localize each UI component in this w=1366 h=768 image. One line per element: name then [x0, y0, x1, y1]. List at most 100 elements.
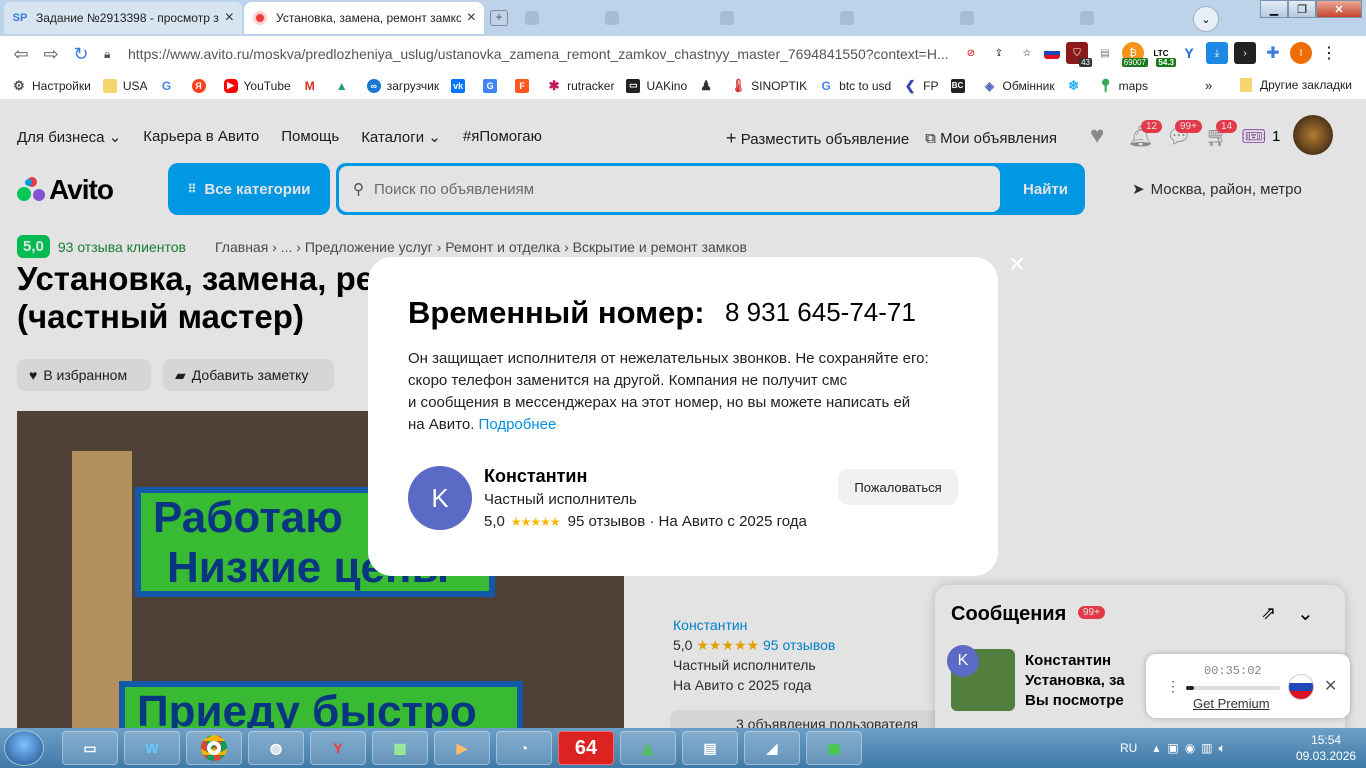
bookmark-figure[interactable]: ♟	[699, 78, 719, 93]
bookmark-usa[interactable]: USA	[102, 78, 148, 93]
yandex-icon: Я	[191, 78, 206, 93]
tab-title: Установка, замена, ремонт замко	[276, 11, 461, 25]
language-indicator[interactable]: RU	[1120, 741, 1137, 755]
maximize-icon[interactable]: ❐	[1288, 0, 1316, 18]
forward-icon[interactable]: ⇨	[38, 41, 64, 67]
address-bar[interactable]: 🔒︎ https://www.avito.ru/moskva/predlozhe…	[104, 40, 956, 68]
64-app-icon[interactable]: 64	[558, 731, 614, 765]
seller-name[interactable]: Константин	[484, 466, 587, 487]
tab-close-icon[interactable]: ×	[467, 9, 476, 27]
translate-icon[interactable]: ⊘	[960, 42, 982, 64]
background-tab[interactable]	[1080, 8, 1170, 28]
seller-role: Частный исполнитель	[484, 491, 637, 508]
background-tab[interactable]	[525, 8, 615, 28]
tray-app-icon[interactable]: ◉	[1185, 741, 1195, 755]
new-tab-icon[interactable]: +	[490, 10, 508, 26]
terminal-ext-icon[interactable]: ›	[1234, 42, 1256, 64]
star-icon[interactable]: ☆	[1016, 42, 1038, 64]
close-icon[interactable]: ✕	[1324, 676, 1337, 696]
bookmark-vk[interactable]: vk	[451, 78, 471, 93]
extensions-area: ⊘ ⇪ ☆ ⛉ 43 ▤ ₿ 69007 LTC 54.3 Y ⤓ › ✚ I ⋮	[960, 42, 1340, 67]
flag-ru-icon[interactable]	[1288, 674, 1314, 700]
snowflake-icon: ❄	[1068, 77, 1080, 93]
bookmark-translate[interactable]: G	[483, 78, 503, 93]
flag-ru-icon[interactable]	[1044, 47, 1060, 59]
chrome-icon[interactable]	[186, 731, 242, 765]
btc-ext-icon[interactable]: ₿ 69007	[1121, 42, 1148, 67]
background-tab[interactable]	[840, 8, 930, 28]
player-progress[interactable]	[1186, 686, 1280, 690]
background-tab[interactable]	[720, 8, 810, 28]
minimize-icon[interactable]: ▁	[1260, 0, 1288, 18]
tab-task[interactable]: SP Задание №2913398 - просмотр з ×	[4, 2, 242, 34]
profile-icon[interactable]: I	[1290, 42, 1312, 64]
reload-icon[interactable]: ↻	[68, 41, 94, 67]
bookmark-youtube[interactable]: ▶ YouTube	[223, 78, 291, 93]
bookmark-gmail[interactable]: M	[303, 79, 323, 93]
network-icon[interactable]: ▥	[1201, 741, 1212, 755]
bookmark-google[interactable]: G	[160, 79, 180, 93]
chat-avatar: K	[947, 645, 979, 677]
puzzle-icon[interactable]: ✚	[1262, 42, 1284, 64]
gear-icon: ⚙	[13, 77, 25, 93]
back-icon[interactable]: ⇦	[8, 41, 34, 67]
volume-icon[interactable]: 🔈︎	[1219, 741, 1226, 756]
system-clock[interactable]: 15:54 09.03.2026	[1296, 732, 1356, 764]
bookmark-maps[interactable]: 📍︎ maps	[1097, 78, 1148, 93]
seller-reviews[interactable]: 95 отзывов	[568, 513, 646, 530]
tray-expand-icon[interactable]: ▴	[1153, 741, 1159, 755]
bookmark-rutracker[interactable]: ✱ rutracker	[547, 78, 615, 93]
explorer-icon[interactable]: ▭	[62, 731, 118, 765]
other-bookmarks[interactable]: Другие закладки	[1240, 78, 1352, 92]
folder-icon	[102, 78, 117, 93]
notes-icon[interactable]: ◢	[744, 731, 800, 765]
bookmark-bc[interactable]: BC	[950, 78, 971, 93]
bookmark-uakino[interactable]: ▭ UAKino	[626, 78, 687, 93]
clock-app-icon[interactable]: ◔	[496, 731, 552, 765]
download-ext-icon[interactable]: ⤓	[1206, 42, 1228, 64]
bookmark-sinoptik[interactable]: 🌡︎ SINOPTIK	[730, 78, 807, 93]
y-ext-icon[interactable]: Y	[1178, 42, 1200, 64]
sp-favicon: SP	[12, 12, 28, 24]
bookmark-yandex[interactable]: Я	[191, 78, 212, 93]
close-icon[interactable]: ×	[1006, 250, 1028, 278]
money-app-icon[interactable]: ▦	[372, 731, 428, 765]
start-button[interactable]	[4, 730, 44, 766]
infinity-icon: ∞	[366, 78, 381, 93]
malwarebytes-icon[interactable]: W	[124, 731, 180, 765]
yandex-browser-icon[interactable]: Y	[310, 731, 366, 765]
tab-avito[interactable]: Установка, замена, ремонт замко ×	[244, 2, 484, 34]
bookmark-f[interactable]: F	[515, 78, 535, 93]
monitor-icon[interactable]: ▣	[806, 731, 862, 765]
close-window-icon[interactable]: ✕	[1316, 0, 1362, 18]
globe-icon[interactable]: ◍	[248, 731, 304, 765]
get-premium-link[interactable]: Get Premium	[1193, 696, 1270, 711]
bookmark-fp[interactable]: ❮ FP	[903, 78, 939, 93]
background-tab[interactable]	[960, 8, 1050, 28]
bookmark-snowflake[interactable]: ❄	[1067, 77, 1087, 93]
menu-icon[interactable]: ⋮	[1318, 42, 1340, 64]
rating-stars-icon: ★★★★★	[510, 514, 561, 529]
share-icon[interactable]: ⇪	[988, 42, 1010, 64]
background-tab[interactable]	[605, 8, 695, 28]
bookmark-loader[interactable]: ∞ загрузчик	[366, 78, 439, 93]
tray-app-icon[interactable]: ▣	[1167, 741, 1178, 755]
printer-ext-icon[interactable]: ▤	[1094, 42, 1116, 64]
kebab-icon[interactable]: ⋮	[1166, 678, 1180, 695]
media-player-icon[interactable]: ▶	[434, 731, 490, 765]
chevron-down-icon[interactable]: ⌄	[1193, 6, 1219, 32]
bookmark-settings[interactable]: ⚙ Настройки	[12, 77, 91, 93]
more-link[interactable]: Подробнее	[479, 416, 557, 433]
youtube-icon: ▶	[223, 78, 238, 93]
bookmark-btc[interactable]: Gbtc to usd	[819, 79, 891, 93]
shield-ext-icon[interactable]: ⛉ 43	[1066, 42, 1092, 67]
complain-button[interactable]: Пожаловаться	[838, 469, 958, 505]
chart-app-icon[interactable]: ◭	[620, 731, 676, 765]
bookmark-exchange[interactable]: ◈ Обмінник	[983, 79, 1055, 93]
bookmark-drive[interactable]: ▲	[335, 79, 355, 93]
tab-close-icon[interactable]: ×	[225, 9, 234, 27]
calculator-icon[interactable]: ▤	[682, 731, 738, 765]
avito-favicon	[252, 10, 268, 26]
bookmarks-more-icon[interactable]: »	[1205, 78, 1212, 93]
ltc-ext-icon[interactable]: LTC 54.3	[1150, 42, 1176, 67]
